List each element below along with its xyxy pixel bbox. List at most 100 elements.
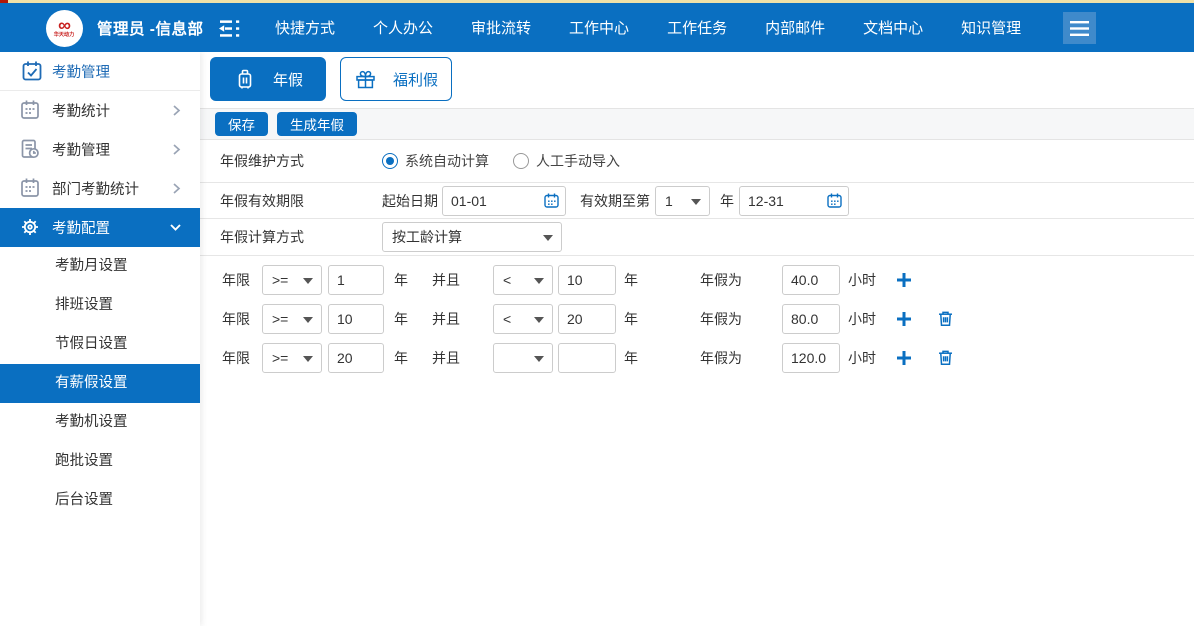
- sidebar-item-attendance-stats[interactable]: 考勤统计: [0, 91, 200, 130]
- add-rule-button[interactable]: [894, 309, 914, 329]
- rule-row: 年限 >= 年 并且 < 年 年假为 小时: [200, 299, 1194, 338]
- submenu-item-holiday-settings[interactable]: 节假日设置: [0, 325, 200, 364]
- select-value: 按工龄计算: [392, 227, 462, 247]
- save-button[interactable]: 保存: [215, 112, 268, 136]
- gift-icon: [354, 68, 377, 91]
- nav-item-knowledge-mgmt[interactable]: 知识管理: [942, 17, 1040, 38]
- trash-icon: [936, 309, 955, 328]
- nav-item-personal-office[interactable]: 个人办公: [354, 17, 452, 38]
- chevron-right-icon: [169, 181, 183, 200]
- sidebar-item-attendance-manage[interactable]: 考勤管理: [0, 130, 200, 169]
- submenu-item-paid-leave-settings[interactable]: 有薪假设置: [0, 364, 200, 403]
- action-toolbar: 保存 生成年假: [200, 109, 1194, 140]
- generate-annual-leave-button[interactable]: 生成年假: [277, 112, 357, 136]
- tab-label: 年假: [273, 69, 303, 90]
- sidebar-item-dept-attendance-stats[interactable]: 部门考勤统计: [0, 169, 200, 208]
- result-label: 年假为: [700, 309, 746, 329]
- sidebar-item-label: 部门考勤统计: [52, 178, 139, 199]
- sidebar-item-label: 考勤管理: [52, 61, 110, 82]
- hour-unit-label: 小时: [848, 270, 878, 290]
- tab-annual-leave[interactable]: 年假: [210, 57, 326, 101]
- year-unit-label: 年: [394, 348, 410, 368]
- calendar-icon: [18, 176, 42, 200]
- submenu-item-batch-run-settings[interactable]: 跑批设置: [0, 442, 200, 481]
- submenu-item-attendance-month-settings[interactable]: 考勤月设置: [0, 247, 200, 286]
- main-content: 年假 福利假 保存 生成年假 年假维护方式 系统自动计算 人工手动导入 年假有效…: [200, 52, 1194, 626]
- min-years-input[interactable]: [328, 304, 384, 334]
- rule-label: 年限: [222, 348, 262, 368]
- top-nav: 快捷方式 个人办公 审批流转 工作中心 工作任务 内部邮件 文档中心 知识管理: [256, 3, 1040, 52]
- tab-welfare-leave[interactable]: 福利假: [340, 57, 452, 101]
- add-rule-button[interactable]: [894, 348, 914, 368]
- nav-item-internal-mail[interactable]: 内部邮件: [746, 17, 844, 38]
- calc-mode-select[interactable]: 按工龄计算: [382, 222, 562, 252]
- more-menu-button[interactable]: [1063, 12, 1096, 44]
- op2-select[interactable]: <: [493, 265, 553, 295]
- maintain-mode-label: 年假维护方式: [220, 151, 382, 171]
- op2-select[interactable]: <: [493, 304, 553, 334]
- valid-until-year-select[interactable]: 1: [655, 186, 710, 216]
- select-value: <: [503, 272, 511, 288]
- op1-select[interactable]: >=: [262, 343, 322, 373]
- trash-icon: [936, 348, 955, 367]
- op2-select[interactable]: [493, 343, 553, 373]
- topbar: ∞ 华天动力 管理员 -信息部 快捷方式 个人办公 审批流转 工作中心 工作任务…: [0, 3, 1194, 52]
- radio-label: 系统自动计算: [405, 151, 489, 171]
- user-label: 管理员 -信息部: [97, 17, 203, 39]
- submenu-item-shift-settings[interactable]: 排班设置: [0, 286, 200, 325]
- year-unit-label: 年: [394, 270, 410, 290]
- chevron-right-icon: [169, 142, 183, 161]
- select-value: >=: [272, 350, 288, 366]
- submenu-item-backend-settings[interactable]: 后台设置: [0, 481, 200, 520]
- nav-item-work-center[interactable]: 工作中心: [550, 17, 648, 38]
- rule-row: 年限 >= 年 并且 < 年 年假为 小时: [200, 260, 1194, 299]
- nav-item-shortcuts[interactable]: 快捷方式: [256, 17, 354, 38]
- brand: ∞ 华天动力 管理员 -信息部: [46, 9, 203, 47]
- nav-item-approval-flow[interactable]: 审批流转: [452, 17, 550, 38]
- min-years-input[interactable]: [328, 265, 384, 295]
- year-unit-label: 年: [394, 309, 410, 329]
- radio-selected-icon: [382, 153, 398, 169]
- year-unit-label: 年: [624, 270, 640, 290]
- op1-select[interactable]: >=: [262, 265, 322, 295]
- validity-period-row: 年假有效期限 起始日期 有效期至第 1 年: [200, 183, 1194, 219]
- radio-manual-import[interactable]: 人工手动导入: [513, 151, 620, 171]
- delete-rule-button[interactable]: [936, 348, 955, 367]
- calendar-picker-icon[interactable]: [543, 192, 560, 212]
- max-years-input[interactable]: [558, 304, 616, 334]
- chevron-down-icon: [168, 220, 183, 239]
- hours-input[interactable]: [782, 265, 840, 295]
- sidebar-item-attendance-mgmt-root[interactable]: 考勤管理: [0, 52, 200, 90]
- strip-red-segment: [0, 0, 8, 3]
- collapse-menu-icon: [215, 16, 245, 41]
- sidebar-item-label: 考勤配置: [52, 217, 110, 238]
- luggage-icon: [233, 67, 257, 91]
- calc-mode-label: 年假计算方式: [220, 227, 382, 247]
- radio-auto-calc[interactable]: 系统自动计算: [382, 151, 489, 171]
- submenu-item-attendance-machine-settings[interactable]: 考勤机设置: [0, 403, 200, 442]
- hours-input[interactable]: [782, 304, 840, 334]
- nav-item-document-center[interactable]: 文档中心: [844, 17, 942, 38]
- max-years-input[interactable]: [558, 265, 616, 295]
- calendar-picker-icon[interactable]: [826, 192, 843, 212]
- sidebar-item-attendance-config[interactable]: 考勤配置: [0, 208, 200, 247]
- logo-text: 华天动力: [54, 32, 74, 37]
- select-value: >=: [272, 272, 288, 288]
- company-logo: ∞ 华天动力: [46, 10, 83, 47]
- select-value: 1: [665, 193, 673, 209]
- hours-input[interactable]: [782, 343, 840, 373]
- plus-icon: [894, 348, 914, 368]
- max-years-input[interactable]: [558, 343, 616, 373]
- hamburger-icon: [1070, 21, 1089, 36]
- rule-row: 年限 >= 年 并且 年 年假为 小时: [200, 338, 1194, 377]
- delete-rule-button[interactable]: [936, 309, 955, 328]
- op1-select[interactable]: >=: [262, 304, 322, 334]
- min-years-input[interactable]: [328, 343, 384, 373]
- year-unit-label: 年: [624, 348, 640, 368]
- gear-icon: [18, 215, 42, 239]
- result-label: 年假为: [700, 348, 746, 368]
- calendar-icon: [18, 98, 42, 122]
- collapse-menu-button[interactable]: [215, 16, 245, 41]
- add-rule-button[interactable]: [894, 270, 914, 290]
- nav-item-work-tasks[interactable]: 工作任务: [648, 17, 746, 38]
